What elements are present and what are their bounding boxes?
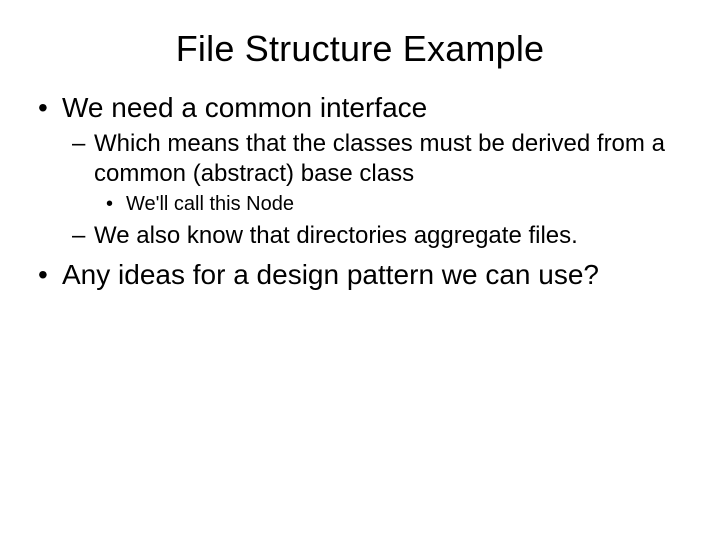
bullet-item: Any ideas for a design pattern we can us… bbox=[58, 257, 690, 292]
slide-title: File Structure Example bbox=[0, 0, 720, 90]
slide-body: We need a common interface Which means t… bbox=[0, 90, 720, 292]
slide: File Structure Example We need a common … bbox=[0, 0, 720, 540]
bullet-text: We also know that directories aggregate … bbox=[94, 222, 578, 249]
bullet-list-level2: Which means that the classes must be der… bbox=[62, 129, 690, 251]
bullet-text: We need a common interface bbox=[62, 92, 427, 123]
bullet-item: Which means that the classes must be der… bbox=[92, 129, 690, 217]
bullet-item: We also know that directories aggregate … bbox=[92, 221, 690, 251]
bullet-list-level3: We'll call this Node bbox=[94, 191, 690, 217]
bullet-list-level1: We need a common interface Which means t… bbox=[30, 90, 690, 292]
bullet-text: Which means that the classes must be der… bbox=[94, 130, 665, 187]
bullet-item: We need a common interface Which means t… bbox=[58, 90, 690, 251]
bullet-text: We'll call this Node bbox=[126, 193, 294, 215]
bullet-item: We'll call this Node bbox=[124, 191, 690, 217]
bullet-text: Any ideas for a design pattern we can us… bbox=[62, 259, 599, 290]
